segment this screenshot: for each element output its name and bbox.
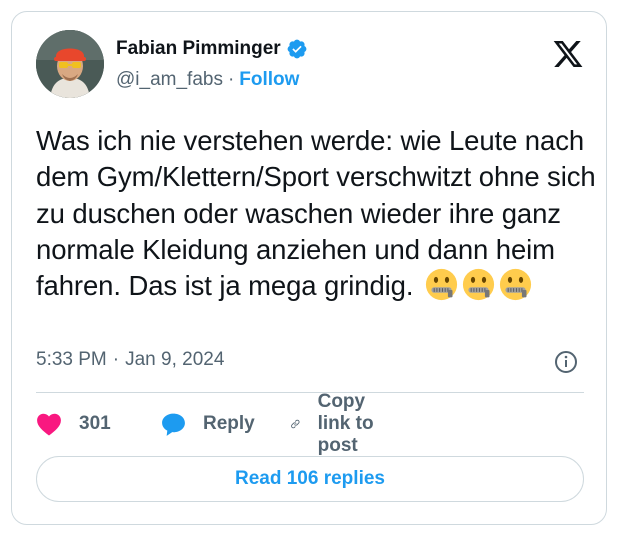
- zipper-mouth-face-icon: [462, 269, 495, 301]
- reply-bubble-icon: [162, 413, 185, 436]
- copy-link-label: Copy link to post: [317, 391, 374, 456]
- author-name[interactable]: Fabian Pimminger: [116, 38, 281, 60]
- reply-label: Reply: [203, 413, 255, 434]
- zipper-mouth-face-icon: [499, 269, 532, 301]
- tweet-card: Fabian Pimminger @i_am_fabs · Follow Was…: [11, 11, 607, 525]
- author-handle[interactable]: @i_am_fabs: [116, 69, 223, 91]
- like-button[interactable]: 301: [36, 409, 111, 439]
- divider: [36, 392, 584, 393]
- verified-badge-icon: [287, 39, 307, 59]
- author-handle-row: @i_am_fabs · Follow: [116, 69, 299, 91]
- link-icon: [291, 419, 300, 429]
- timestamp-separator: ·: [112, 349, 120, 370]
- tweet-timestamp[interactable]: 5:33 PM · Jan 9, 2024: [36, 349, 224, 371]
- read-replies-label: Read 106 replies: [235, 468, 385, 489]
- tweet-date: Jan 9, 2024: [125, 349, 225, 370]
- handle-separator: ·: [227, 69, 235, 90]
- follow-link[interactable]: Follow: [239, 69, 299, 91]
- reply-button[interactable]: Reply: [160, 409, 255, 439]
- heart-icon: [37, 413, 61, 436]
- tweet-text-block: Was ich nie verstehen werde: wie Leute n…: [36, 123, 596, 304]
- zipper-mouth-face-icon: [425, 269, 458, 301]
- avatar[interactable]: [36, 30, 104, 98]
- avatar-image: [36, 30, 104, 98]
- info-icon[interactable]: [554, 350, 578, 374]
- author-name-row: Fabian Pimminger: [116, 38, 308, 60]
- tweet-time: 5:33 PM: [36, 349, 107, 370]
- like-count: 301: [79, 413, 111, 434]
- read-replies-button[interactable]: Read 106 replies: [36, 456, 584, 502]
- x-logo-icon[interactable]: [552, 38, 584, 70]
- copy-link-button[interactable]: Copy link to post: [290, 391, 381, 456]
